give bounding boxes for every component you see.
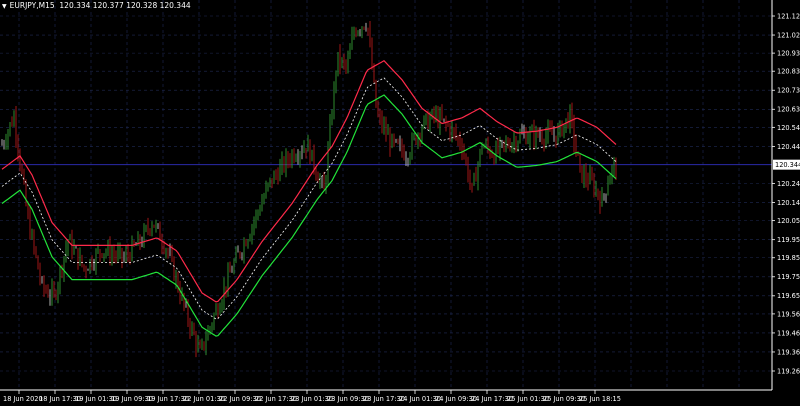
symbol-label: EURJPY,M15 — [9, 1, 55, 10]
quote-values: 120.334 120.377 120.328 120.344 — [59, 1, 191, 10]
price-tick-label: 119.260 — [777, 367, 800, 375]
time-tick-label: 25 Jun 18:15 — [579, 395, 621, 403]
price-tick-label: 119.655 — [777, 292, 800, 300]
time-tick-label: 18 Jun 2020 — [3, 395, 43, 403]
price-tick-label: 120.245 — [777, 180, 800, 188]
price-tick-label: 120.930 — [777, 50, 800, 58]
price-tick-label: 119.360 — [777, 348, 800, 356]
price-tick-label: 120.735 — [777, 87, 800, 95]
price-tick-label: 119.855 — [777, 254, 800, 262]
chart-header: ▼ EURJPY,M15 120.334 120.377 120.328 120.… — [2, 1, 191, 10]
triangle-down-icon[interactable]: ▼ — [2, 3, 7, 10]
price-tick-label: 120.635 — [777, 106, 800, 114]
price-tick-label: 119.950 — [777, 236, 800, 244]
price-tick-label: 119.460 — [777, 329, 800, 337]
price-tick-label: 120.145 — [777, 199, 800, 207]
price-tick-label: 121.025 — [777, 31, 800, 39]
price-tick-label: 120.835 — [777, 68, 800, 76]
price-tick-label: 120.440 — [777, 143, 800, 151]
price-tick-label: 119.560 — [777, 310, 800, 318]
current-price-label: 120.344 — [775, 161, 800, 169]
price-tick-label: 119.755 — [777, 273, 800, 281]
price-tick-label: 121.125 — [777, 12, 800, 20]
price-tick-label: 120.050 — [777, 217, 800, 225]
price-tick-label: 120.540 — [777, 124, 800, 132]
chart-background — [0, 0, 800, 406]
chart-canvas[interactable]: 121.125 121.025 120.930 120.835 120.735 120.6… — [0, 0, 800, 406]
